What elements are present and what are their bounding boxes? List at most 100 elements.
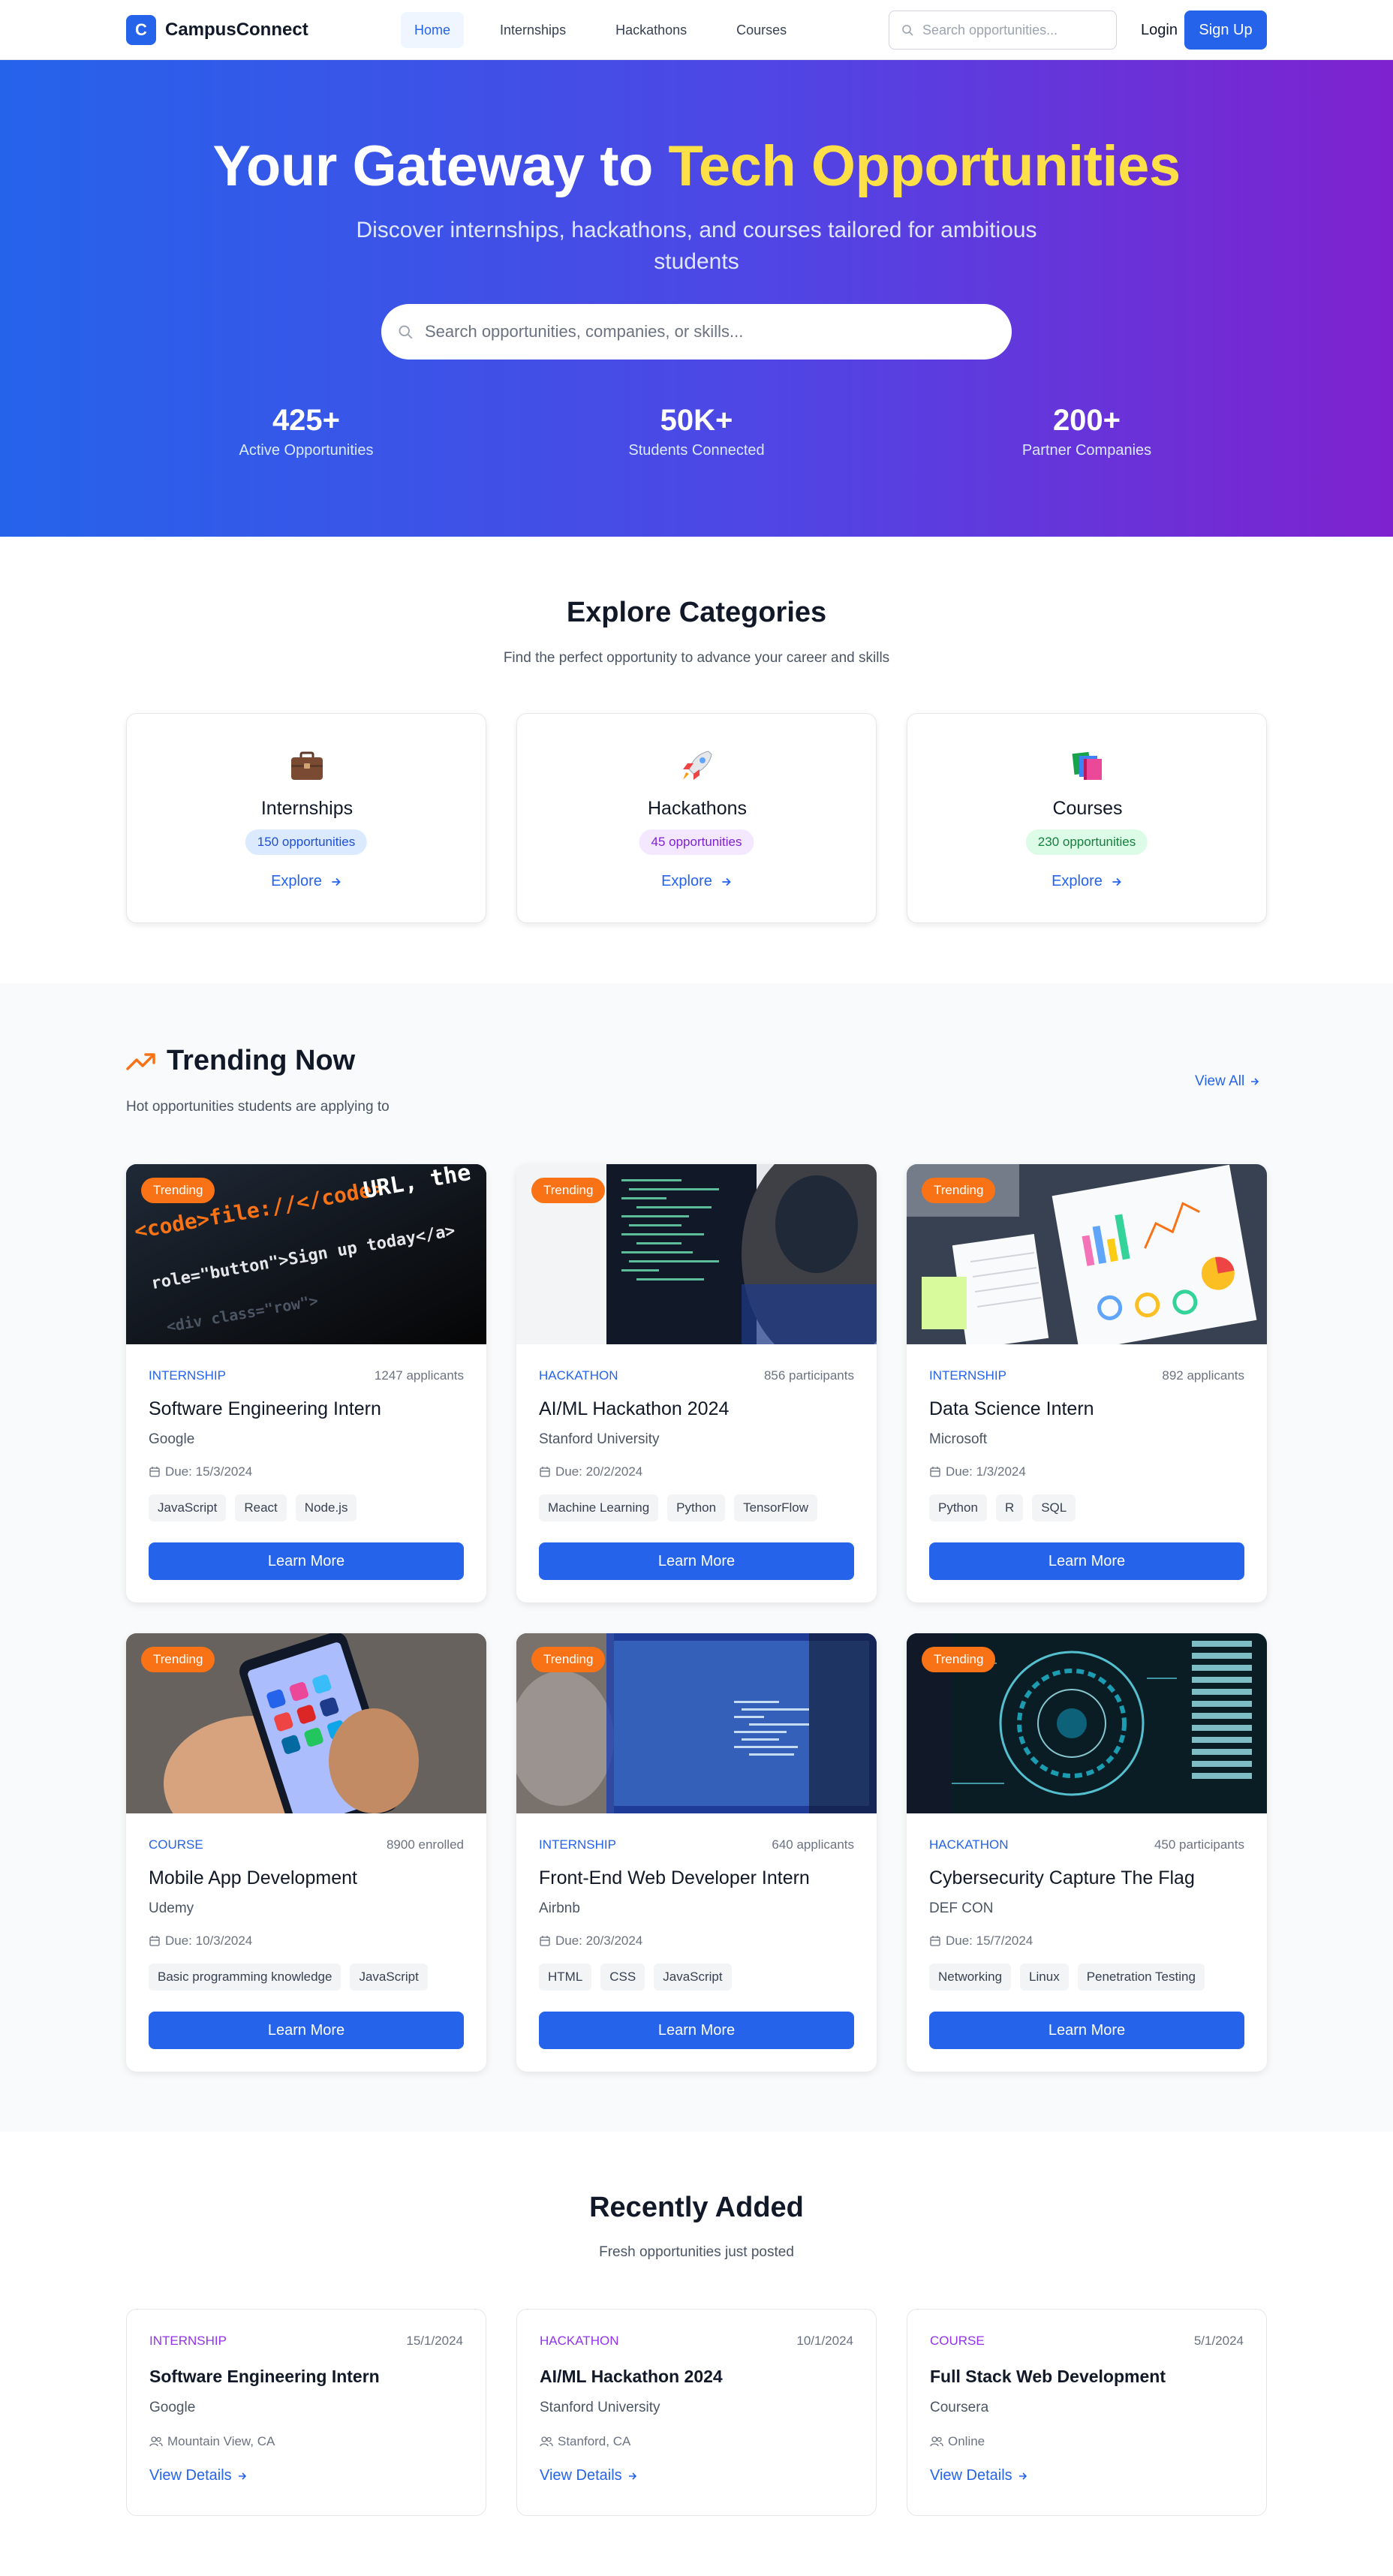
- location-text: Stanford, CA: [558, 2434, 631, 2448]
- explore-label: Explore: [271, 873, 322, 889]
- category-name: Courses: [1052, 798, 1123, 819]
- hero-title-start: Your Gateway to: [212, 134, 669, 198]
- opportunity-title[interactable]: Full Stack Web Development: [930, 2367, 1166, 2387]
- calendar-icon: [149, 1467, 160, 1477]
- trending-title-text: Trending Now: [167, 1045, 356, 1076]
- trending-card: Trending INTERNSHIP 640 applicants Front…: [516, 1633, 877, 2072]
- location: Online: [930, 2434, 985, 2449]
- calendar-icon: [930, 1936, 940, 1946]
- posted-date: 15/1/2024: [406, 2334, 463, 2348]
- skill-tag: HTML: [539, 1964, 592, 1991]
- posted-date: 10/1/2024: [796, 2334, 853, 2348]
- hero-search-input[interactable]: Search opportunities, companies, or skil…: [381, 304, 1012, 360]
- due-date: Due: 20/2/2024: [539, 1464, 642, 1479]
- arrow-right-icon: [1112, 877, 1121, 886]
- explore-label: Explore: [661, 873, 712, 889]
- location-text: Mountain View, CA: [167, 2434, 275, 2448]
- hero-search-placeholder: Search opportunities, companies, or skil…: [425, 322, 744, 341]
- view-all-link[interactable]: View All: [1195, 1073, 1261, 1090]
- view-details-link[interactable]: View Details: [149, 2467, 248, 2484]
- nav-link-courses[interactable]: Courses: [723, 12, 800, 48]
- learn-more-button[interactable]: Learn More: [149, 1542, 464, 1580]
- nav-link-hackathons[interactable]: Hackathons: [602, 12, 700, 48]
- learn-more-button[interactable]: Learn More: [929, 2012, 1244, 2049]
- due-date-text: Due: 1/3/2024: [946, 1464, 1026, 1479]
- opportunity-type: COURSE: [930, 2334, 985, 2348]
- due-date-text: Due: 20/2/2024: [555, 1464, 643, 1479]
- category-explore-link[interactable]: Explore: [127, 873, 487, 890]
- stat-students: 50K+ Students Connected: [561, 404, 832, 459]
- skill-tag: Machine Learning: [539, 1494, 659, 1521]
- users-icon: [540, 2436, 553, 2447]
- view-details-link[interactable]: View Details: [540, 2467, 639, 2484]
- skill-tag: Python: [667, 1494, 726, 1521]
- nav-link-home[interactable]: Home: [401, 12, 465, 48]
- organization: Udemy: [149, 1900, 194, 1916]
- category-card-internships[interactable]: Internships 150 opportunities Explore: [126, 713, 486, 923]
- opportunity-type: INTERNSHIP: [149, 2334, 227, 2348]
- top-navbar: C CampusConnect Home Internships Hackath…: [0, 0, 1393, 60]
- due-date-text: Due: 10/3/2024: [165, 1934, 253, 1948]
- brand-name[interactable]: CampusConnect: [165, 20, 308, 41]
- users-icon: [930, 2436, 943, 2447]
- opportunity-title[interactable]: Software Engineering Intern: [149, 1398, 381, 1420]
- skill-tags: Networking Linux Penetration Testing: [929, 1964, 1214, 1991]
- recent-card[interactable]: INTERNSHIP 15/1/2024 Software Engineerin…: [126, 2309, 486, 2516]
- learn-more-button[interactable]: Learn More: [539, 2012, 854, 2049]
- nav-links: Home Internships Hackathons Courses: [401, 12, 823, 48]
- arrow-right-icon: [1251, 1078, 1259, 1085]
- category-explore-link[interactable]: Explore: [907, 873, 1268, 890]
- recent-card[interactable]: COURSE 5/1/2024 Full Stack Web Developme…: [907, 2309, 1267, 2516]
- learn-more-button[interactable]: Learn More: [929, 1542, 1244, 1580]
- skill-tag: Node.js: [295, 1494, 357, 1521]
- opportunity-title[interactable]: Mobile App Development: [149, 1867, 357, 1889]
- opportunity-title[interactable]: Data Science Intern: [929, 1398, 1094, 1420]
- category-card-hackathons[interactable]: Hackathons 45 opportunities Explore: [516, 713, 877, 923]
- posted-date: 5/1/2024: [1193, 2334, 1244, 2348]
- stat-opportunities: 425+ Active Opportunities: [171, 404, 441, 459]
- opportunity-type: INTERNSHIP: [929, 1368, 1006, 1383]
- stat-label: Students Connected: [628, 442, 765, 459]
- enrolled-count: 8900 enrolled: [386, 1837, 464, 1852]
- applicant-count: 1247 applicants: [374, 1368, 464, 1383]
- organization: Google: [149, 2400, 196, 2415]
- skill-tag: Python: [929, 1494, 987, 1521]
- trending-title: Trending Now: [126, 1045, 355, 1077]
- trending-badge: Trending: [141, 1647, 215, 1672]
- stat-label: Active Opportunities: [239, 442, 374, 459]
- view-details-link[interactable]: View Details: [930, 2467, 1029, 2484]
- nav-search-input[interactable]: Search opportunities...: [889, 11, 1117, 50]
- opportunity-title[interactable]: Cybersecurity Capture The Flag: [929, 1867, 1195, 1889]
- category-count-badge: 45 opportunities: [639, 829, 754, 855]
- organization: Stanford University: [540, 2400, 660, 2415]
- skill-tag: JavaScript: [654, 1964, 732, 1991]
- skill-tag: React: [235, 1494, 287, 1521]
- hero-subtitle: Discover internships, hackathons, and co…: [356, 218, 1037, 274]
- signup-button[interactable]: Sign Up: [1184, 11, 1267, 50]
- opportunity-title[interactable]: AI/ML Hackathon 2024: [539, 1398, 729, 1420]
- category-card-courses[interactable]: Courses 230 opportunities Explore: [907, 713, 1267, 923]
- users-icon: [149, 2436, 163, 2447]
- logo-icon[interactable]: C: [126, 15, 156, 45]
- nav-link-internships[interactable]: Internships: [486, 12, 579, 48]
- recent-title: Recently Added: [589, 2192, 804, 2223]
- trending-badge: Trending: [141, 1178, 215, 1203]
- applicant-count: 640 applicants: [772, 1837, 854, 1852]
- arrow-right-icon: [1018, 2472, 1027, 2480]
- trending-card: Trending HACKATHON 856 participants AI/M…: [516, 1164, 877, 1602]
- view-details-label: View Details: [930, 2467, 1012, 2484]
- opportunity-title[interactable]: AI/ML Hackathon 2024: [540, 2367, 723, 2387]
- books-icon: [1072, 751, 1102, 780]
- opportunity-title[interactable]: Software Engineering Intern: [149, 2367, 380, 2387]
- recent-card[interactable]: HACKATHON 10/1/2024 AI/ML Hackathon 2024…: [516, 2309, 877, 2516]
- login-button[interactable]: Login: [1132, 11, 1187, 50]
- trending-subtitle: Hot opportunities students are applying …: [126, 1099, 390, 1115]
- category-explore-link[interactable]: Explore: [517, 873, 877, 890]
- opportunity-type: INTERNSHIP: [539, 1837, 616, 1852]
- trending-up-icon: [126, 1052, 155, 1070]
- skill-tag: Basic programming knowledge: [149, 1964, 341, 1991]
- learn-more-button[interactable]: Learn More: [149, 2012, 464, 2049]
- skill-tag: Linux: [1020, 1964, 1069, 1991]
- opportunity-title[interactable]: Front-End Web Developer Intern: [539, 1867, 810, 1889]
- learn-more-button[interactable]: Learn More: [539, 1542, 854, 1580]
